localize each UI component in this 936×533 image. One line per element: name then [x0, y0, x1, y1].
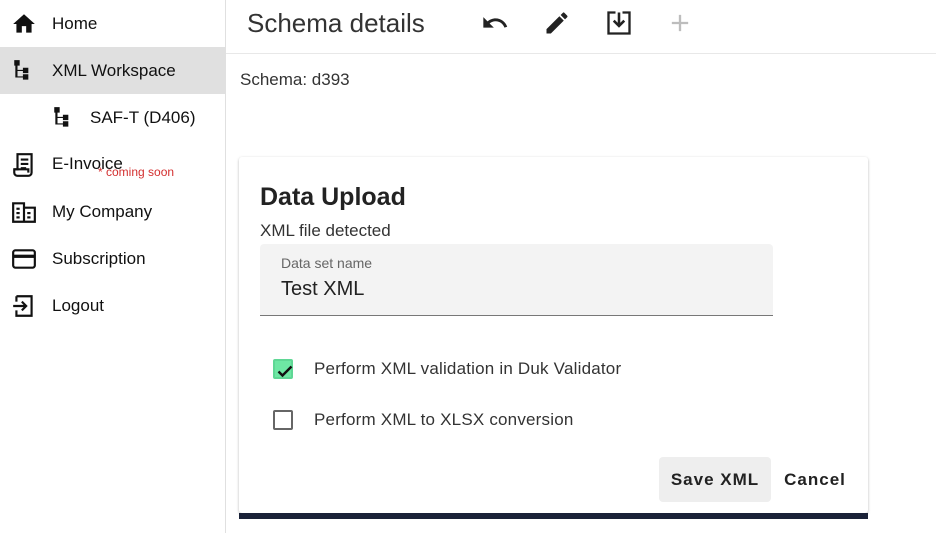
- checkbox-label: Perform XML to XLSX conversion: [314, 410, 574, 429]
- sidebar: Home XML Workspace SAF-T (D406) E-Invoic…: [0, 0, 226, 533]
- card-title: Data Upload: [260, 183, 406, 211]
- validation-checkbox[interactable]: [273, 359, 293, 379]
- checkbox-label: Perform XML validation in Duk Validator: [314, 359, 622, 378]
- sitemap-icon: [50, 104, 78, 132]
- sidebar-item-label: XML Workspace: [52, 60, 176, 80]
- sidebar-item-home[interactable]: Home: [0, 0, 225, 47]
- sidebar-item-label: Logout: [52, 295, 104, 315]
- logout-icon: [10, 292, 38, 320]
- sidebar-item-e-invoice[interactable]: E-Invoice * coming soon: [0, 141, 225, 188]
- sidebar-item-my-company[interactable]: My Company: [0, 188, 225, 235]
- page-title: Schema details: [247, 8, 425, 38]
- check-icon: [277, 365, 293, 378]
- download-icon: [605, 9, 633, 37]
- data-set-name-field[interactable]: Data set name Test XML: [260, 244, 773, 316]
- data-upload-card: Data Upload XML file detected Data set n…: [239, 157, 868, 513]
- coming-soon-note: * coming soon: [98, 165, 175, 179]
- sidebar-item-logout[interactable]: Logout: [0, 282, 225, 329]
- home-icon: [10, 10, 38, 38]
- sidebar-item-xml-workspace[interactable]: XML Workspace: [0, 47, 225, 94]
- undo-button[interactable]: [479, 7, 511, 39]
- undo-icon: [481, 9, 509, 37]
- card-bottom-bar: [239, 513, 868, 519]
- sidebar-item-label: My Company: [52, 201, 153, 221]
- cancel-button[interactable]: Cancel: [777, 457, 853, 502]
- domain-icon: [10, 198, 38, 226]
- edit-icon: [543, 9, 571, 37]
- sidebar-item-label: Subscription: [52, 248, 146, 268]
- conversion-checkbox[interactable]: [273, 410, 293, 430]
- sidebar-item-subscription[interactable]: Subscription: [0, 235, 225, 282]
- sidebar-item-saft-d406[interactable]: SAF-T (D406): [0, 94, 225, 141]
- save-xml-button[interactable]: Save XML: [659, 457, 771, 502]
- sitemap-icon: [10, 57, 38, 85]
- conversion-checkbox-row[interactable]: Perform XML to XLSX conversion: [273, 406, 574, 434]
- page-header: Schema details: [226, 0, 936, 54]
- validation-checkbox-row[interactable]: Perform XML validation in Duk Validator: [273, 355, 621, 383]
- edit-button[interactable]: [541, 7, 573, 39]
- add-icon: [666, 9, 694, 37]
- download-button[interactable]: [603, 7, 635, 39]
- credit-card-icon: [10, 245, 38, 273]
- receipt-icon: [10, 151, 38, 179]
- sidebar-item-label: Home: [52, 13, 98, 33]
- card-subtitle: XML file detected: [260, 221, 391, 240]
- field-value[interactable]: Test XML: [281, 278, 364, 301]
- add-button[interactable]: [664, 7, 696, 39]
- schema-label: Schema: d393: [240, 70, 350, 89]
- field-label: Data set name: [281, 255, 373, 271]
- sidebar-item-label: SAF-T (D406): [90, 107, 196, 127]
